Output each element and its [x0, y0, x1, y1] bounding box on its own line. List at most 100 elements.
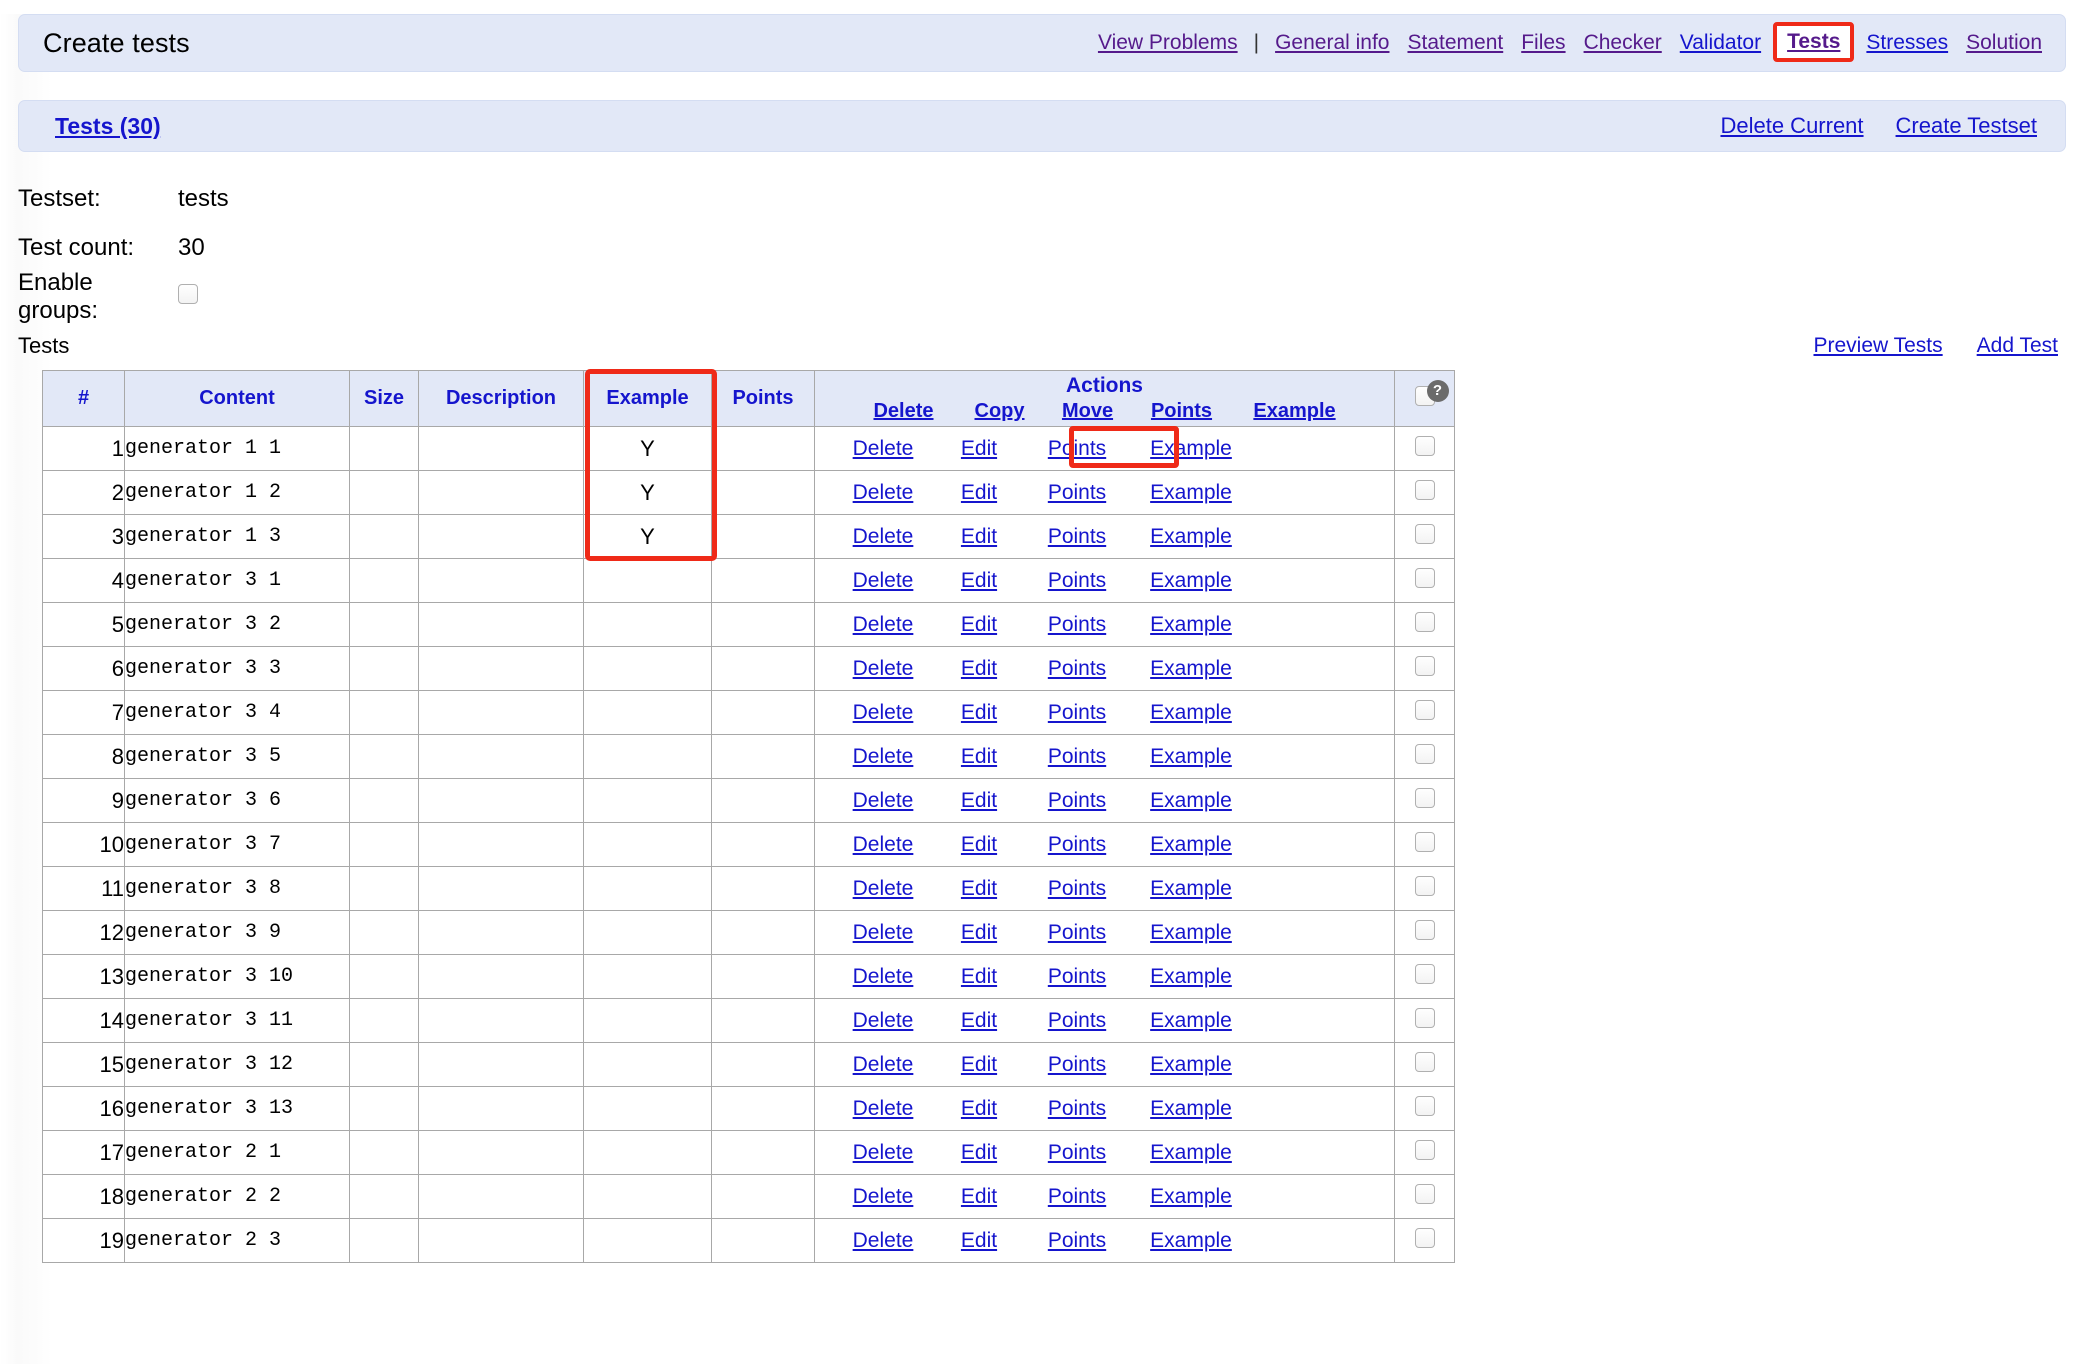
row-checkbox[interactable]: [1414, 612, 1435, 632]
row-points-link[interactable]: Points: [1023, 921, 1131, 945]
row-checkbox[interactable]: [1414, 480, 1435, 500]
tests-count-link[interactable]: Tests (30): [55, 113, 161, 140]
row-points-link[interactable]: Points: [1023, 569, 1131, 593]
nav-link-validator[interactable]: Validator: [1671, 31, 1770, 55]
row-delete-link[interactable]: Delete: [831, 657, 935, 681]
row-points-link[interactable]: Points: [1023, 613, 1131, 637]
row-example-link[interactable]: Example: [1131, 437, 1251, 461]
bulk-example-link[interactable]: Example: [1232, 400, 1358, 423]
row-checkbox[interactable]: [1414, 744, 1435, 764]
row-edit-link[interactable]: Edit: [935, 789, 1023, 813]
row-example-link[interactable]: Example: [1131, 481, 1251, 505]
row-delete-link[interactable]: Delete: [831, 745, 935, 769]
row-edit-link[interactable]: Edit: [935, 921, 1023, 945]
row-checkbox[interactable]: [1414, 1008, 1435, 1028]
row-checkbox[interactable]: [1414, 1140, 1435, 1160]
row-delete-link[interactable]: Delete: [831, 613, 935, 637]
add-test-link[interactable]: Add Test: [1977, 334, 2058, 358]
row-delete-link[interactable]: Delete: [831, 1053, 935, 1077]
row-edit-link[interactable]: Edit: [935, 657, 1023, 681]
row-points-link[interactable]: Points: [1023, 525, 1131, 549]
row-points-link[interactable]: Points: [1023, 745, 1131, 769]
row-delete-link[interactable]: Delete: [831, 1009, 935, 1033]
row-edit-link[interactable]: Edit: [935, 1185, 1023, 1209]
create-testset-link[interactable]: Create Testset: [1896, 113, 2037, 139]
nav-link-view-problems[interactable]: View Problems: [1089, 31, 1247, 55]
row-delete-link[interactable]: Delete: [831, 789, 935, 813]
bulk-move-link[interactable]: Move: [1044, 400, 1132, 423]
row-example-link[interactable]: Example: [1131, 569, 1251, 593]
row-delete-link[interactable]: Delete: [831, 437, 935, 461]
row-edit-link[interactable]: Edit: [935, 1053, 1023, 1077]
bulk-delete-link[interactable]: Delete: [852, 400, 956, 423]
row-edit-link[interactable]: Edit: [935, 701, 1023, 725]
row-edit-link[interactable]: Edit: [935, 1009, 1023, 1033]
row-checkbox[interactable]: [1414, 788, 1435, 808]
row-points-link[interactable]: Points: [1023, 1009, 1131, 1033]
row-checkbox[interactable]: [1414, 876, 1435, 896]
row-checkbox[interactable]: [1414, 1184, 1435, 1204]
row-example-link[interactable]: Example: [1131, 789, 1251, 813]
row-delete-link[interactable]: Delete: [831, 833, 935, 857]
row-checkbox[interactable]: [1414, 1228, 1435, 1248]
row-checkbox[interactable]: [1414, 1096, 1435, 1116]
row-points-link[interactable]: Points: [1023, 1229, 1131, 1253]
row-checkbox[interactable]: [1414, 524, 1435, 544]
row-points-link[interactable]: Points: [1023, 437, 1131, 461]
row-points-link[interactable]: Points: [1023, 965, 1131, 989]
row-points-link[interactable]: Points: [1023, 1097, 1131, 1121]
row-delete-link[interactable]: Delete: [831, 1141, 935, 1165]
row-points-link[interactable]: Points: [1023, 1053, 1131, 1077]
row-edit-link[interactable]: Edit: [935, 1229, 1023, 1253]
row-checkbox[interactable]: [1414, 832, 1435, 852]
row-example-link[interactable]: Example: [1131, 1185, 1251, 1209]
row-delete-link[interactable]: Delete: [831, 525, 935, 549]
preview-tests-link[interactable]: Preview Tests: [1813, 334, 1942, 358]
row-points-link[interactable]: Points: [1023, 877, 1131, 901]
row-example-link[interactable]: Example: [1131, 921, 1251, 945]
row-example-link[interactable]: Example: [1131, 657, 1251, 681]
row-edit-link[interactable]: Edit: [935, 1097, 1023, 1121]
row-edit-link[interactable]: Edit: [935, 481, 1023, 505]
row-edit-link[interactable]: Edit: [935, 1141, 1023, 1165]
row-example-link[interactable]: Example: [1131, 833, 1251, 857]
row-checkbox[interactable]: [1414, 568, 1435, 588]
bulk-points-link[interactable]: Points: [1132, 400, 1232, 423]
row-edit-link[interactable]: Edit: [935, 525, 1023, 549]
nav-link-general-info[interactable]: General info: [1266, 31, 1398, 55]
row-example-link[interactable]: Example: [1131, 525, 1251, 549]
row-delete-link[interactable]: Delete: [831, 569, 935, 593]
row-delete-link[interactable]: Delete: [831, 1097, 935, 1121]
row-points-link[interactable]: Points: [1023, 657, 1131, 681]
row-delete-link[interactable]: Delete: [831, 1229, 935, 1253]
row-points-link[interactable]: Points: [1023, 1185, 1131, 1209]
nav-link-checker[interactable]: Checker: [1575, 31, 1671, 55]
nav-link-tests[interactable]: Tests: [1783, 30, 1844, 54]
row-delete-link[interactable]: Delete: [831, 481, 935, 505]
nav-link-stresses[interactable]: Stresses: [1857, 31, 1957, 55]
row-delete-link[interactable]: Delete: [831, 921, 935, 945]
nav-link-statement[interactable]: Statement: [1398, 31, 1512, 55]
row-checkbox[interactable]: [1414, 656, 1435, 676]
row-edit-link[interactable]: Edit: [935, 745, 1023, 769]
row-points-link[interactable]: Points: [1023, 789, 1131, 813]
row-checkbox[interactable]: [1414, 700, 1435, 720]
row-edit-link[interactable]: Edit: [935, 613, 1023, 637]
row-example-link[interactable]: Example: [1131, 877, 1251, 901]
row-checkbox[interactable]: [1414, 920, 1435, 940]
row-points-link[interactable]: Points: [1023, 1141, 1131, 1165]
row-example-link[interactable]: Example: [1131, 1009, 1251, 1033]
nav-link-solution[interactable]: Solution: [1957, 31, 2051, 55]
row-edit-link[interactable]: Edit: [935, 833, 1023, 857]
row-delete-link[interactable]: Delete: [831, 965, 935, 989]
row-delete-link[interactable]: Delete: [831, 701, 935, 725]
row-example-link[interactable]: Example: [1131, 1053, 1251, 1077]
row-example-link[interactable]: Example: [1131, 965, 1251, 989]
row-edit-link[interactable]: Edit: [935, 877, 1023, 901]
bulk-copy-link[interactable]: Copy: [956, 400, 1044, 423]
row-example-link[interactable]: Example: [1131, 745, 1251, 769]
delete-current-link[interactable]: Delete Current: [1720, 113, 1863, 139]
enable-groups-checkbox[interactable]: [178, 283, 198, 304]
row-checkbox[interactable]: [1414, 436, 1435, 456]
row-delete-link[interactable]: Delete: [831, 1185, 935, 1209]
